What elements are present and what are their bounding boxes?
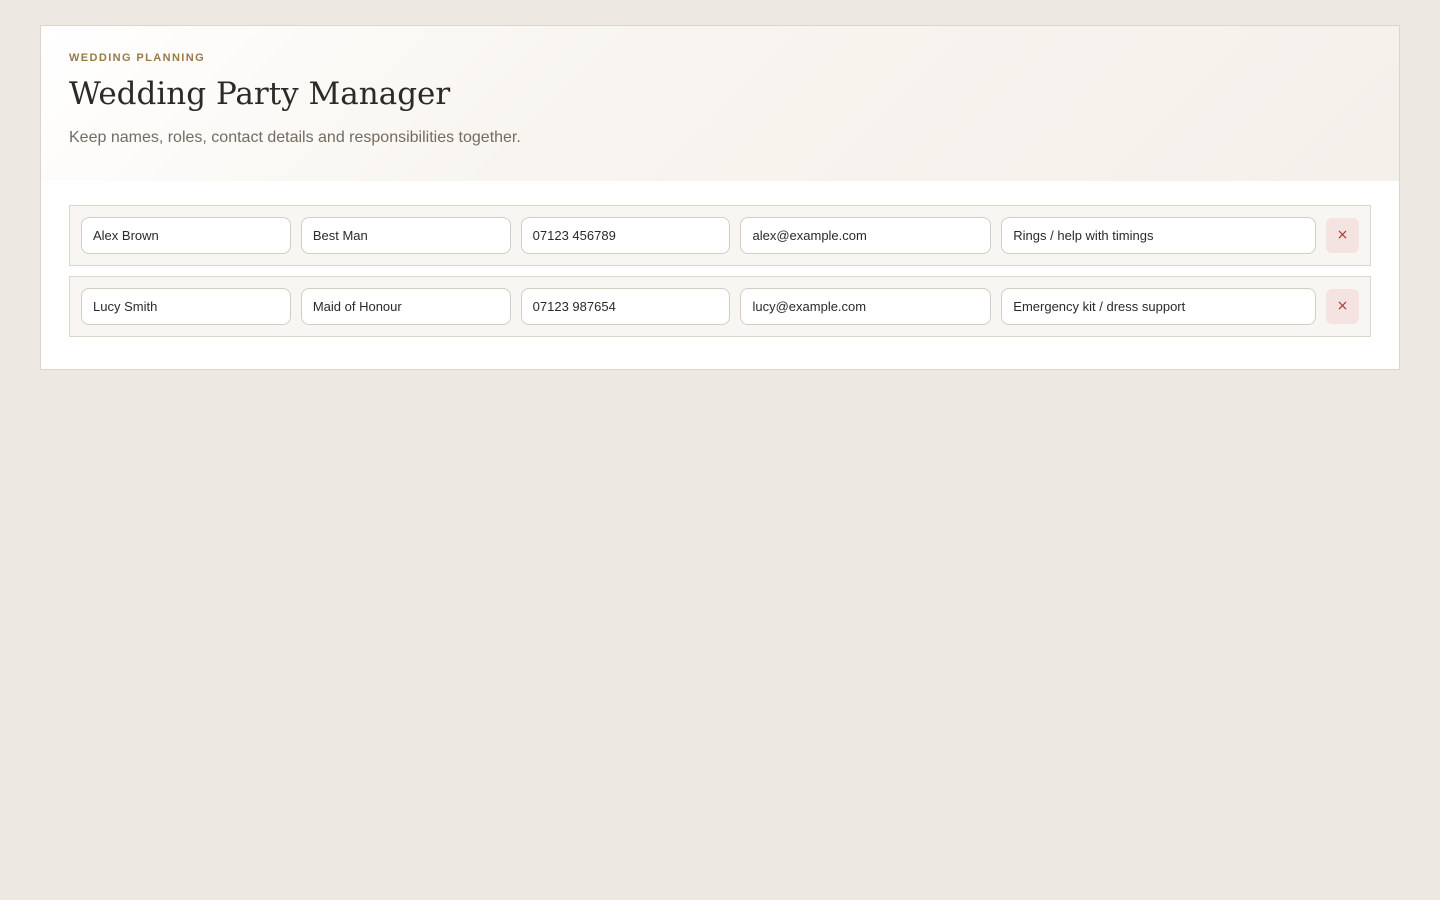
member-name-input[interactable] xyxy=(81,217,291,254)
close-icon: × xyxy=(1336,298,1349,314)
member-email-input[interactable] xyxy=(740,217,992,254)
page-title: Wedding Party Manager xyxy=(69,76,451,112)
page-subtitle: Keep names, roles, contact details and r… xyxy=(69,129,521,146)
party-member-list: × × xyxy=(41,181,1399,337)
member-phone-input[interactable] xyxy=(520,217,731,254)
eyebrow-label: WEDDING PLANNING xyxy=(69,52,206,64)
close-icon: × xyxy=(1336,227,1349,243)
page-header: WEDDING PLANNING Wedding Party Manager K… xyxy=(41,26,1399,181)
member-phone-input[interactable] xyxy=(520,288,731,325)
remove-member-button[interactable]: × xyxy=(1326,289,1359,324)
party-member-row: × xyxy=(69,205,1371,266)
party-member-row: × xyxy=(69,276,1371,337)
remove-member-button[interactable]: × xyxy=(1326,218,1359,253)
member-responsibilities-input[interactable] xyxy=(1001,288,1317,325)
member-email-input[interactable] xyxy=(740,288,992,325)
member-name-input[interactable] xyxy=(81,288,291,325)
member-responsibilities-input[interactable] xyxy=(1001,217,1317,254)
member-role-input[interactable] xyxy=(300,217,511,254)
member-role-input[interactable] xyxy=(300,288,511,325)
wedding-party-card: WEDDING PLANNING Wedding Party Manager K… xyxy=(40,25,1400,370)
